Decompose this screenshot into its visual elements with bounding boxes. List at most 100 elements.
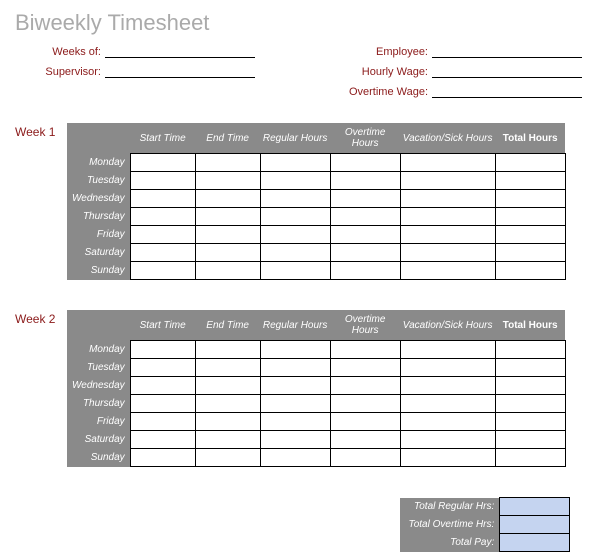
cell-input-vacation[interactable] xyxy=(401,413,495,430)
cell-input-regular[interactable] xyxy=(261,395,330,412)
day-head-tuesday: Tuesday xyxy=(67,172,130,190)
cell-input-total[interactable] xyxy=(496,359,565,376)
cell-input-end[interactable] xyxy=(196,244,260,261)
cell-input-start[interactable] xyxy=(131,154,195,171)
cell-input-regular[interactable] xyxy=(261,244,330,261)
cell-input-vacation[interactable] xyxy=(401,449,495,466)
cell-input-regular[interactable] xyxy=(261,226,330,243)
cell-input-end[interactable] xyxy=(196,341,260,358)
cell-input-overtime[interactable] xyxy=(331,172,400,189)
input-total-pay[interactable] xyxy=(500,534,569,551)
cell-input-vacation[interactable] xyxy=(401,377,495,394)
cell-input-overtime[interactable] xyxy=(331,377,400,394)
field-hourly-wage: Hourly Wage: xyxy=(342,64,582,78)
cell-input-regular[interactable] xyxy=(261,449,330,466)
cell-input-total[interactable] xyxy=(496,154,565,171)
cell-input-vacation[interactable] xyxy=(401,359,495,376)
cell-input-total[interactable] xyxy=(496,208,565,225)
cell-input-total[interactable] xyxy=(496,226,565,243)
table-row: Tuesday xyxy=(67,359,565,377)
cell-input-vacation[interactable] xyxy=(401,341,495,358)
cell-input-regular[interactable] xyxy=(261,262,330,279)
cell-input-overtime[interactable] xyxy=(331,208,400,225)
cell-input-start[interactable] xyxy=(131,190,195,207)
cell-input-end[interactable] xyxy=(196,377,260,394)
cell-input-regular[interactable] xyxy=(261,341,330,358)
cell-input-start[interactable] xyxy=(131,262,195,279)
cell-input-regular[interactable] xyxy=(261,359,330,376)
cell-input-regular[interactable] xyxy=(261,154,330,171)
input-supervisor[interactable] xyxy=(105,64,255,78)
cell-input-end[interactable] xyxy=(196,154,260,171)
cell-input-overtime[interactable] xyxy=(331,226,400,243)
cell-input-vacation[interactable] xyxy=(401,262,495,279)
table-row: Wednesday xyxy=(67,190,565,208)
header-info: Weeks of: Supervisor: Employee: Hourly W… xyxy=(15,44,582,98)
cell-input-overtime[interactable] xyxy=(331,244,400,261)
cell-input-end[interactable] xyxy=(196,226,260,243)
cell-input-end[interactable] xyxy=(196,449,260,466)
input-weeks-of[interactable] xyxy=(105,44,255,58)
cell-input-vacation[interactable] xyxy=(401,226,495,243)
cell-input-overtime[interactable] xyxy=(331,413,400,430)
cell-input-end[interactable] xyxy=(196,262,260,279)
cell-input-start[interactable] xyxy=(131,431,195,448)
cell-input-vacation[interactable] xyxy=(401,172,495,189)
cell-input-total[interactable] xyxy=(496,377,565,394)
cell-input-end[interactable] xyxy=(196,413,260,430)
cell-input-total[interactable] xyxy=(496,244,565,261)
cell-input-overtime[interactable] xyxy=(331,190,400,207)
field-overtime-wage: Overtime Wage: xyxy=(342,84,582,98)
cell-input-start[interactable] xyxy=(131,226,195,243)
cell-input-vacation[interactable] xyxy=(401,244,495,261)
cell-input-start[interactable] xyxy=(131,208,195,225)
cell-input-total[interactable] xyxy=(496,172,565,189)
cell-input-end[interactable] xyxy=(196,395,260,412)
cell-input-end[interactable] xyxy=(196,359,260,376)
input-total-regular[interactable] xyxy=(500,498,569,515)
cell-input-overtime[interactable] xyxy=(331,395,400,412)
cell-input-vacation[interactable] xyxy=(401,208,495,225)
cell-input-total[interactable] xyxy=(496,262,565,279)
cell-input-start[interactable] xyxy=(131,395,195,412)
cell-input-regular[interactable] xyxy=(261,377,330,394)
cell-input-regular[interactable] xyxy=(261,172,330,189)
info-col-left: Weeks of: Supervisor: xyxy=(15,44,255,98)
cell-input-vacation[interactable] xyxy=(401,154,495,171)
cell-input-start[interactable] xyxy=(131,359,195,376)
cell-input-total[interactable] xyxy=(496,395,565,412)
cell-input-start[interactable] xyxy=(131,244,195,261)
cell-input-end[interactable] xyxy=(196,208,260,225)
cell-input-start[interactable] xyxy=(131,172,195,189)
col-head-overtime: Overtime Hours xyxy=(330,310,400,341)
cell-input-overtime[interactable] xyxy=(331,359,400,376)
cell-input-regular[interactable] xyxy=(261,431,330,448)
input-total-overtime[interactable] xyxy=(500,516,569,533)
input-hourly-wage[interactable] xyxy=(432,64,582,78)
cell-input-start[interactable] xyxy=(131,413,195,430)
cell-input-overtime[interactable] xyxy=(331,431,400,448)
cell-input-total[interactable] xyxy=(496,341,565,358)
cell-input-overtime[interactable] xyxy=(331,154,400,171)
cell-input-vacation[interactable] xyxy=(401,190,495,207)
cell-input-end[interactable] xyxy=(196,172,260,189)
cell-input-total[interactable] xyxy=(496,413,565,430)
input-employee[interactable] xyxy=(432,44,582,58)
cell-input-overtime[interactable] xyxy=(331,341,400,358)
cell-input-overtime[interactable] xyxy=(331,449,400,466)
cell-input-overtime[interactable] xyxy=(331,262,400,279)
cell-input-total[interactable] xyxy=(496,449,565,466)
cell-input-vacation[interactable] xyxy=(401,431,495,448)
cell-input-vacation[interactable] xyxy=(401,395,495,412)
cell-input-end[interactable] xyxy=(196,431,260,448)
cell-input-end[interactable] xyxy=(196,190,260,207)
cell-input-total[interactable] xyxy=(496,190,565,207)
cell-input-regular[interactable] xyxy=(261,190,330,207)
cell-input-start[interactable] xyxy=(131,449,195,466)
cell-input-regular[interactable] xyxy=(261,208,330,225)
cell-input-total[interactable] xyxy=(496,431,565,448)
input-overtime-wage[interactable] xyxy=(432,84,582,98)
cell-input-start[interactable] xyxy=(131,377,195,394)
cell-input-start[interactable] xyxy=(131,341,195,358)
cell-input-regular[interactable] xyxy=(261,413,330,430)
